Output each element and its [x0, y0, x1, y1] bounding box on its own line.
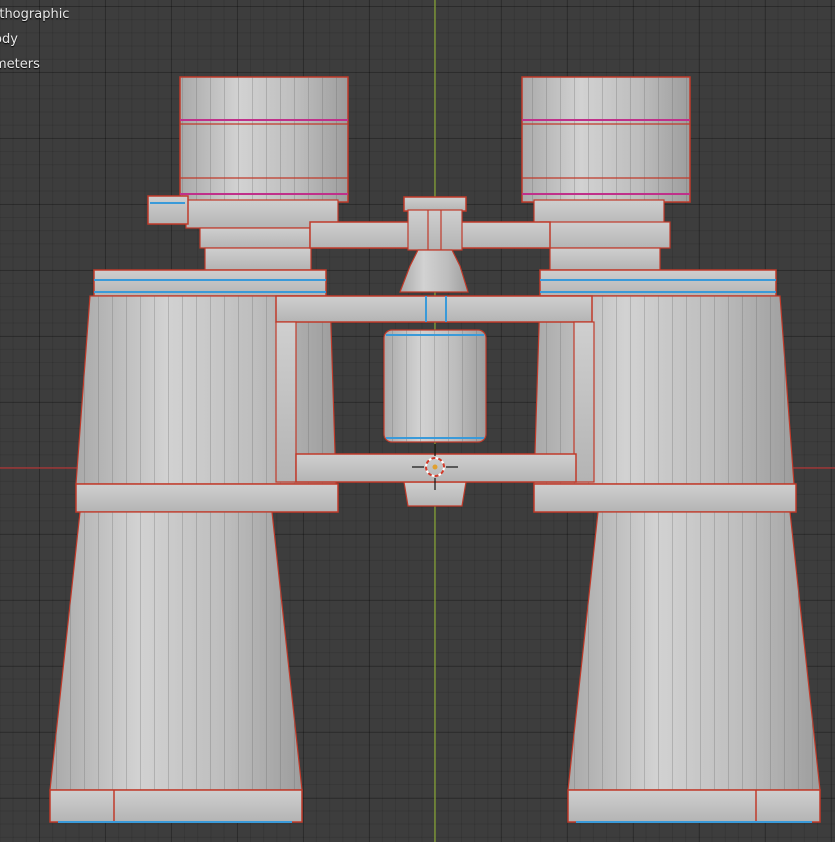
- right-objective: [567, 511, 821, 823]
- object-name-text: ody: [0, 32, 18, 47]
- units-text: meters: [0, 57, 40, 72]
- binoculars-mesh[interactable]: [0, 0, 835, 842]
- view-mode-text: rthographic: [0, 7, 70, 22]
- 3d-viewport[interactable]: rthographic ody meters: [0, 0, 835, 842]
- left-objective: [49, 511, 303, 823]
